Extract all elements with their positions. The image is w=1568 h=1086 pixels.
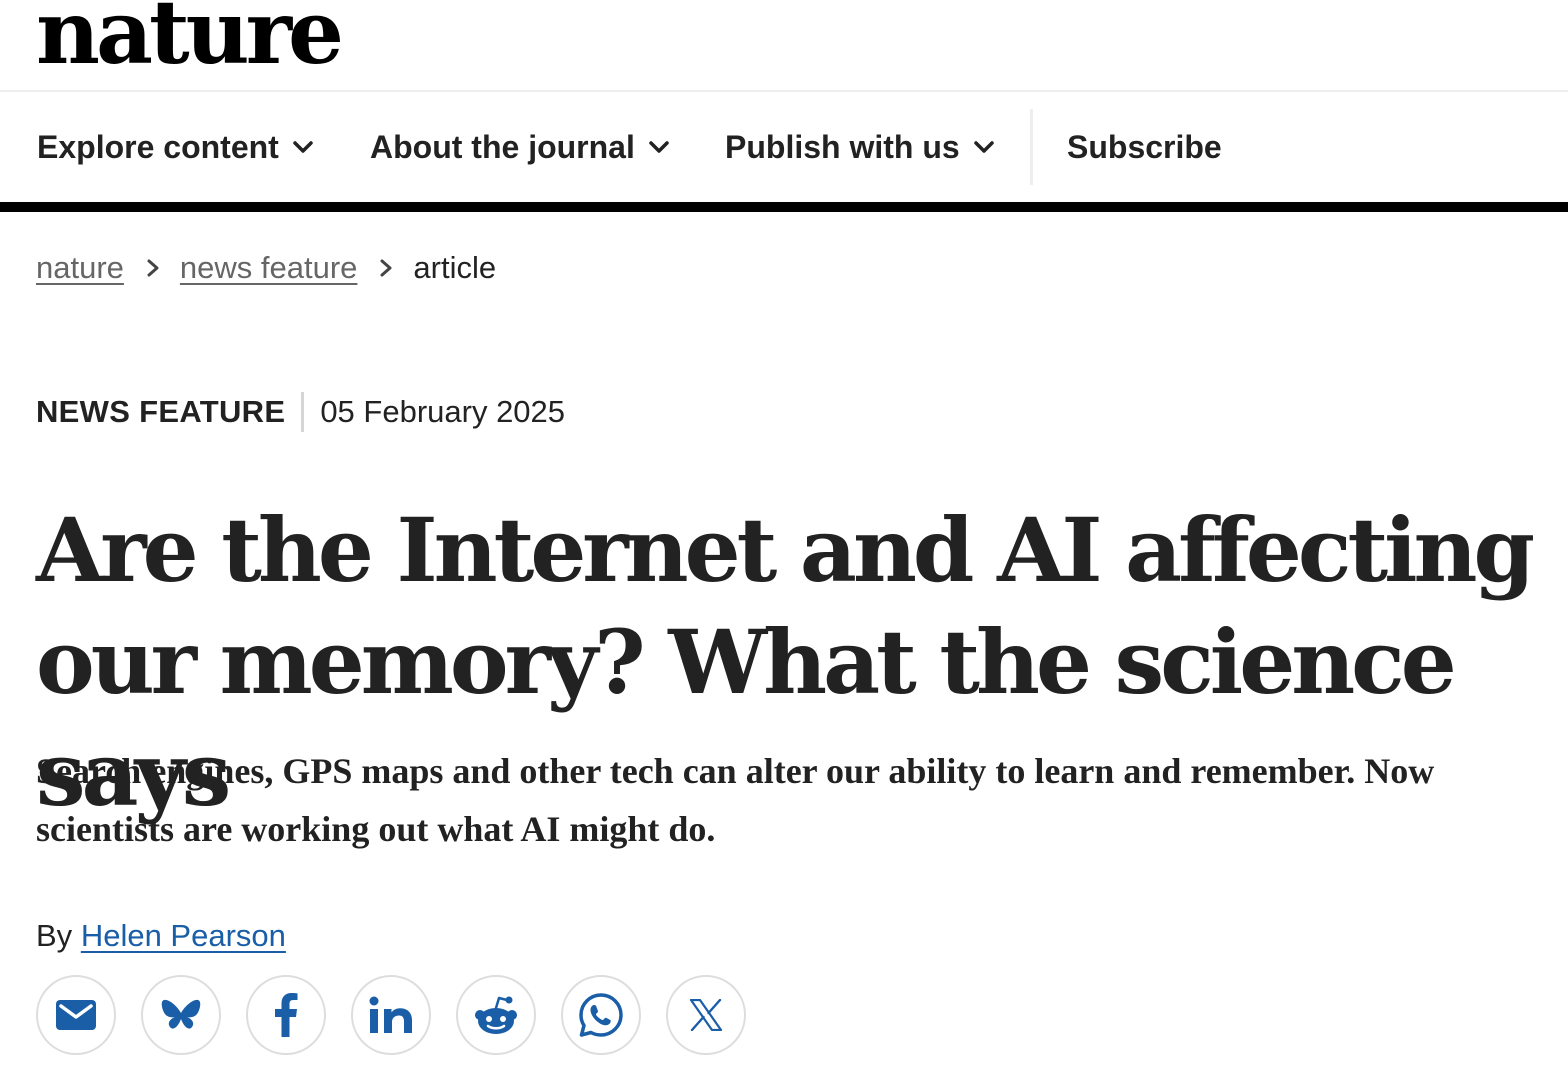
breadcrumb: nature news feature article: [36, 250, 496, 286]
breadcrumb-link-news-feature[interactable]: news feature: [180, 250, 358, 286]
article-standfirst: Search engines, GPS maps and other tech …: [36, 751, 1435, 849]
chevron-right-icon: [147, 259, 159, 277]
share-reddit-button[interactable]: [456, 975, 536, 1055]
nav-publish-with-us-label: Publish with us: [725, 128, 960, 165]
masthead: nature: [0, 0, 1568, 92]
publication-date: 05 February 2025: [320, 394, 566, 429]
bluesky-icon: [161, 999, 201, 1029]
breadcrumb-link-nature[interactable]: nature: [36, 250, 124, 286]
share-x-button[interactable]: [666, 975, 746, 1055]
nav-subscribe[interactable]: Subscribe: [1067, 92, 1222, 202]
whatsapp-icon: [579, 993, 623, 1037]
nav-divider: [1030, 109, 1033, 185]
linkedin-icon: [369, 996, 412, 1033]
meta-divider: [301, 392, 305, 432]
share-linkedin-button[interactable]: [351, 975, 431, 1055]
share-bluesky-button[interactable]: [141, 975, 221, 1055]
chevron-down-icon: [293, 141, 313, 153]
nav-explore-content-label: Explore content: [37, 128, 279, 165]
breadcrumb-current: article: [413, 250, 497, 285]
reddit-icon: [475, 996, 517, 1034]
author-link[interactable]: Helen Pearson: [81, 918, 286, 953]
byline: By Helen Pearson: [36, 918, 286, 954]
article-type: NEWS FEATURE: [36, 394, 286, 429]
article-meta: NEWS FEATURE 05 February 2025: [36, 390, 565, 434]
chevron-down-icon: [649, 141, 669, 153]
facebook-icon: [275, 993, 298, 1037]
x-icon: [689, 999, 723, 1031]
email-icon: [56, 1000, 96, 1030]
nav-about-the-journal[interactable]: About the journal: [370, 92, 669, 202]
nav-publish-with-us[interactable]: Publish with us: [725, 92, 994, 202]
chevron-down-icon: [973, 141, 994, 153]
nav-explore-content[interactable]: Explore content: [37, 92, 313, 202]
chevron-right-icon: [380, 259, 392, 277]
share-buttons: [36, 975, 746, 1055]
nav-subscribe-label: Subscribe: [1067, 128, 1222, 165]
share-email-button[interactable]: [36, 975, 116, 1055]
byline-prefix: By: [36, 918, 73, 953]
share-whatsapp-button[interactable]: [561, 975, 641, 1055]
share-facebook-button[interactable]: [246, 975, 326, 1055]
nature-logo[interactable]: nature: [36, 0, 344, 76]
nav-about-the-journal-label: About the journal: [370, 128, 635, 165]
main-nav: Explore content About the journal Publis…: [0, 92, 1568, 212]
